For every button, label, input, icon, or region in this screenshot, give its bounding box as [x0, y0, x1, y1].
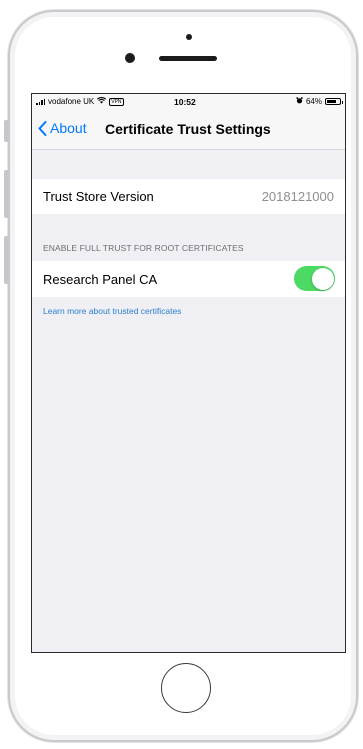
section-header: ENABLE FULL TRUST FOR ROOT CERTIFICATES [43, 243, 244, 253]
learn-more-link[interactable]: Learn more about trusted certificates [43, 306, 181, 316]
back-button[interactable]: About [38, 120, 87, 136]
battery-icon [325, 98, 343, 105]
status-bar: vodafone UK VPN 10:52 64% [32, 94, 345, 110]
certificate-row: Research Panel CA [32, 261, 345, 297]
screen: vodafone UK VPN 10:52 64% About Certific… [31, 93, 346, 653]
certificate-label: Research Panel CA [43, 272, 158, 287]
alarm-icon [296, 97, 303, 106]
page-title: Certificate Trust Settings [105, 121, 271, 137]
battery-percent: 64% [305, 97, 322, 106]
wifi-icon [97, 97, 107, 106]
earpiece-speaker [159, 56, 217, 61]
volume-down-button [4, 236, 9, 284]
signal-bars-icon [36, 98, 45, 105]
front-camera [125, 53, 135, 63]
back-label: About [50, 120, 87, 136]
status-time: 10:52 [174, 97, 196, 107]
home-button[interactable] [161, 663, 211, 713]
volume-up-button [4, 170, 9, 218]
chevron-left-icon [38, 120, 47, 136]
trust-store-row: Trust Store Version 2018121000 [32, 179, 345, 214]
trust-store-value: 2018121000 [261, 189, 334, 204]
full-trust-toggle[interactable] [294, 266, 335, 291]
mute-switch [4, 120, 9, 142]
trust-store-label: Trust Store Version [43, 189, 154, 204]
navigation-bar: About Certificate Trust Settings [32, 110, 345, 150]
carrier-name: vodafone UK [48, 97, 95, 106]
toggle-knob [311, 267, 334, 290]
vpn-badge: VPN [109, 97, 124, 106]
proximity-sensor [186, 34, 192, 40]
